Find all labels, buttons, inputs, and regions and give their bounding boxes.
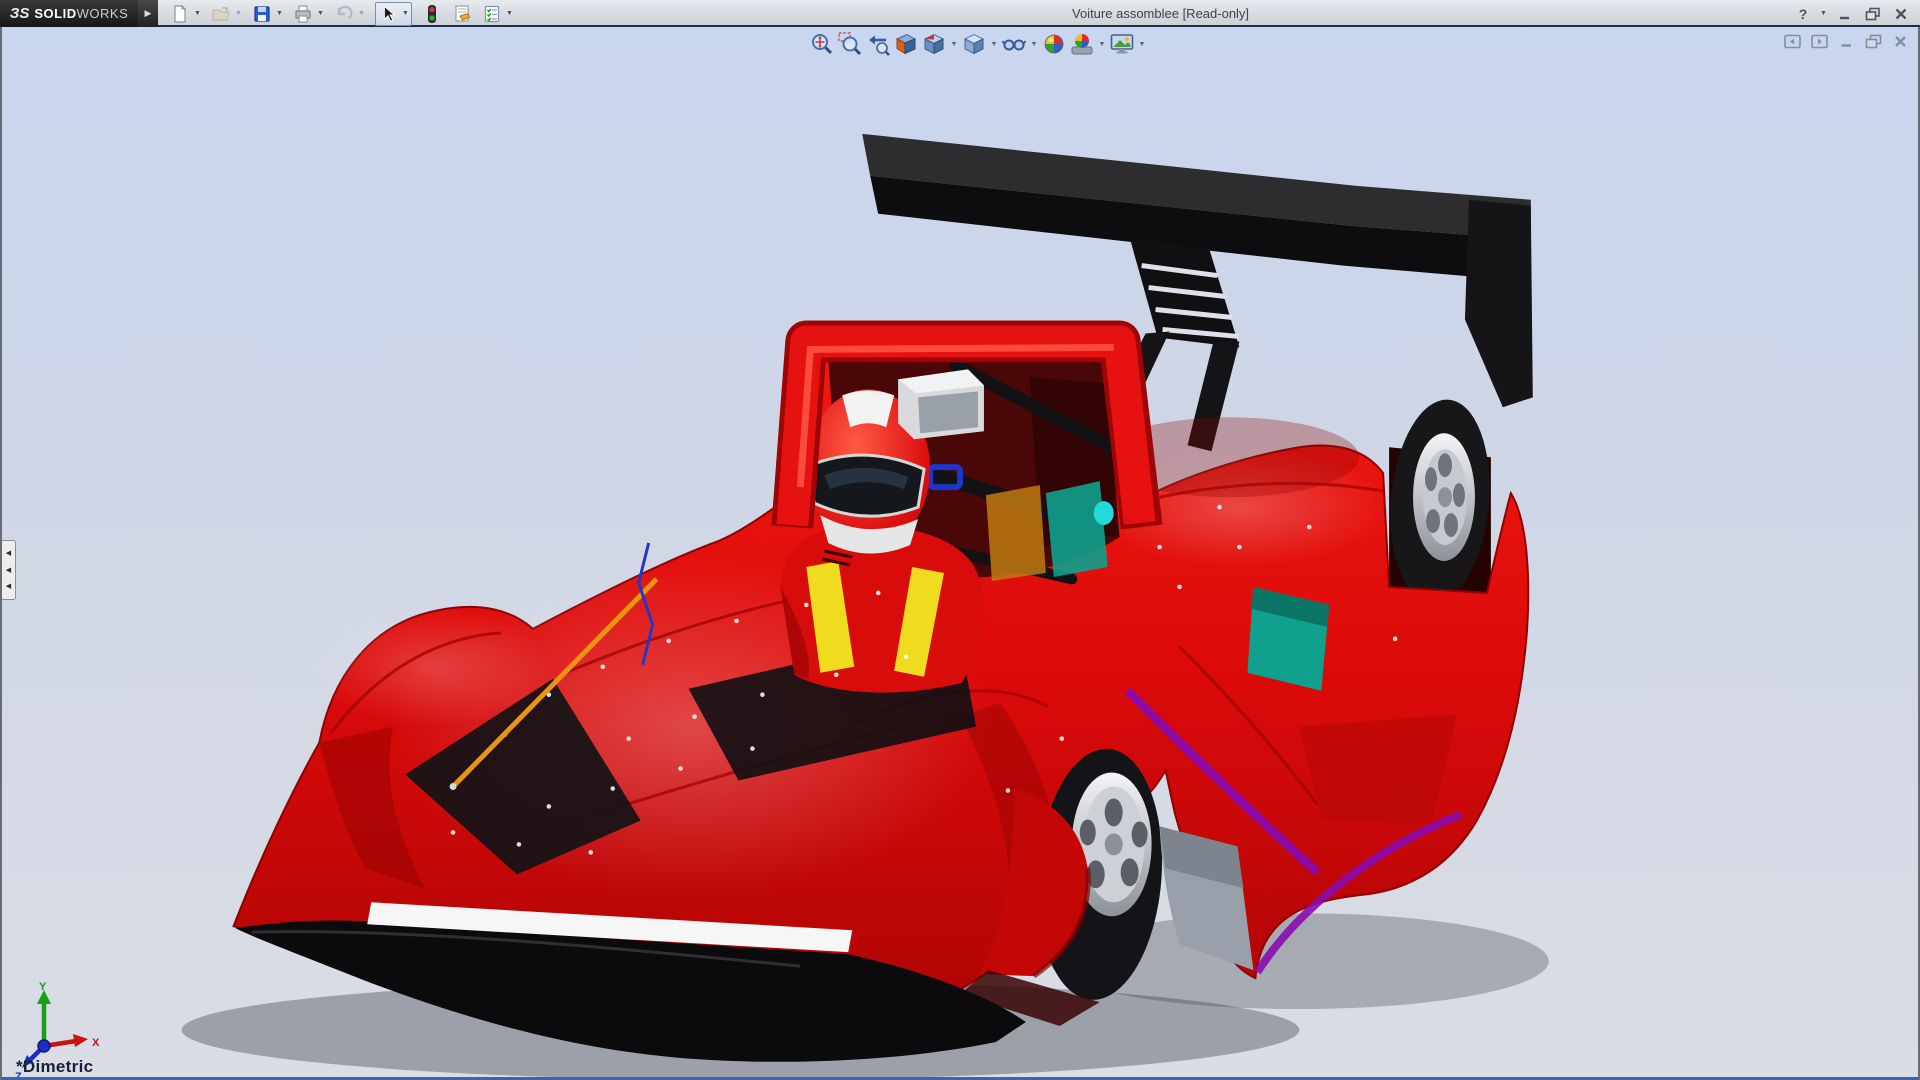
undo-icon [334,4,354,24]
menu-expand-arrow-icon[interactable]: ▶ [138,0,158,27]
collapse-pane-right-icon [1811,34,1828,49]
brand-word-light: WORKS [77,6,129,21]
print-icon [293,4,313,24]
help-dropdown[interactable]: ▼ [1820,4,1828,24]
hide-show-items-button[interactable] [1000,30,1028,58]
options-dropdown[interactable]: ▼ [504,3,515,25]
collapse-pane-left-button[interactable] [1782,32,1802,50]
window-controls: ? ▼ [1792,0,1912,27]
section-view-icon [893,31,919,57]
apply-scene-button[interactable] [1068,30,1096,58]
hide-show-items-dropdown[interactable]: ▼ [1028,30,1040,58]
document-minimize-icon [1839,34,1854,49]
helmet-visor [810,455,924,516]
collapse-arrow-icon: ◀ [6,567,11,574]
collapse-pane-right-button[interactable] [1809,32,1829,50]
brand-word-bold: SOLID [34,6,76,21]
title-bar: ЗS SOLID WORKS ▶ ▼ ▼ [0,0,1920,27]
solidworks-window: ЗS SOLID WORKS ▶ ▼ ▼ [0,0,1920,1080]
view-orientation-button[interactable] [920,30,948,58]
view-orientation-label: *Dimetric [16,1057,93,1077]
edit-appearance-sphere-icon [1041,31,1067,57]
front-wheel [1382,395,1497,606]
document-title: Voiture assomblee [Read-only] [1072,6,1249,21]
print-dropdown[interactable]: ▼ [315,3,326,25]
zoom-to-area-button[interactable] [836,30,864,58]
rebuild-button[interactable] [420,3,444,25]
hide-show-items-glasses-icon [1001,31,1027,57]
display-style-button[interactable] [960,30,988,58]
document-minimize-button[interactable] [1836,32,1856,50]
brand-mark: ЗS [10,5,30,22]
previous-view-icon [865,31,891,57]
options-button[interactable] [480,3,504,25]
heads-up-view-toolbar: ▼ ▼ ▼ [808,30,1148,58]
solidworks-logo: ЗS SOLID WORKS [0,0,138,27]
standard-toolbar: ▼ ▼ ▼ [168,2,515,25]
minimize-button[interactable] [1834,4,1856,24]
open-button[interactable] [209,3,233,25]
select-tool-group: ▼ [375,2,412,26]
restore-button[interactable] [1862,4,1884,24]
zoom-to-fit-icon [809,31,835,57]
select-tool-dropdown[interactable]: ▼ [400,3,411,25]
select-cursor-icon [379,5,397,23]
edit-appearance-button[interactable] [1040,30,1068,58]
wing-endplate [1465,200,1533,408]
undo-button[interactable] [332,3,356,25]
collapse-pane-left-icon [1784,34,1801,49]
car-model-render [2,27,1918,1080]
document-restore-icon [1865,34,1882,49]
document-close-button[interactable] [1890,32,1910,50]
new-document-button[interactable] [168,3,192,25]
undo-dropdown[interactable]: ▼ [356,3,367,25]
zoom-to-fit-button[interactable] [808,30,836,58]
collapse-arrow-icon: ◀ [6,583,11,590]
collapse-arrow-icon: ◀ [6,550,11,557]
graphics-area[interactable]: ▼ ▼ ▼ [0,27,1920,1080]
rebuild-traffic-light-icon [422,4,442,24]
open-dropdown[interactable]: ▼ [233,3,244,25]
file-properties-button[interactable] [450,3,474,25]
document-restore-button[interactable] [1863,32,1883,50]
print-button[interactable] [291,3,315,25]
document-window-controls [1782,32,1910,50]
triad-y-label: Y [39,982,47,993]
rear-view-mirror [898,369,984,439]
minimize-icon [1838,7,1852,21]
zoom-to-area-icon [837,31,863,57]
save-icon [252,4,272,24]
close-button[interactable] [1890,4,1912,24]
new-document-dropdown[interactable]: ▼ [192,3,203,25]
view-orientation-icon [921,31,947,57]
apply-scene-dropdown[interactable]: ▼ [1096,30,1108,58]
help-button[interactable]: ? [1792,4,1814,24]
triad-x-label: X [92,1037,100,1049]
save-dropdown[interactable]: ▼ [274,3,285,25]
view-settings-dropdown[interactable]: ▼ [1136,30,1148,58]
view-orientation-dropdown[interactable]: ▼ [948,30,960,58]
section-view-button[interactable] [892,30,920,58]
previous-view-button[interactable] [864,30,892,58]
apply-scene-icon [1069,31,1095,57]
restore-icon [1865,7,1881,21]
select-tool-button[interactable] [376,3,400,25]
view-settings-button[interactable] [1108,30,1136,58]
save-button[interactable] [250,3,274,25]
document-close-icon [1893,34,1908,49]
feature-manager-flyout-tab[interactable]: ◀ ◀ ◀ [2,540,16,600]
display-style-icon [961,31,987,57]
display-style-dropdown[interactable]: ▼ [988,30,1000,58]
new-document-icon [170,4,190,24]
open-icon [211,4,231,24]
view-settings-icon [1109,31,1135,57]
file-properties-icon [452,4,472,24]
close-icon [1894,7,1908,21]
options-icon [482,4,502,24]
